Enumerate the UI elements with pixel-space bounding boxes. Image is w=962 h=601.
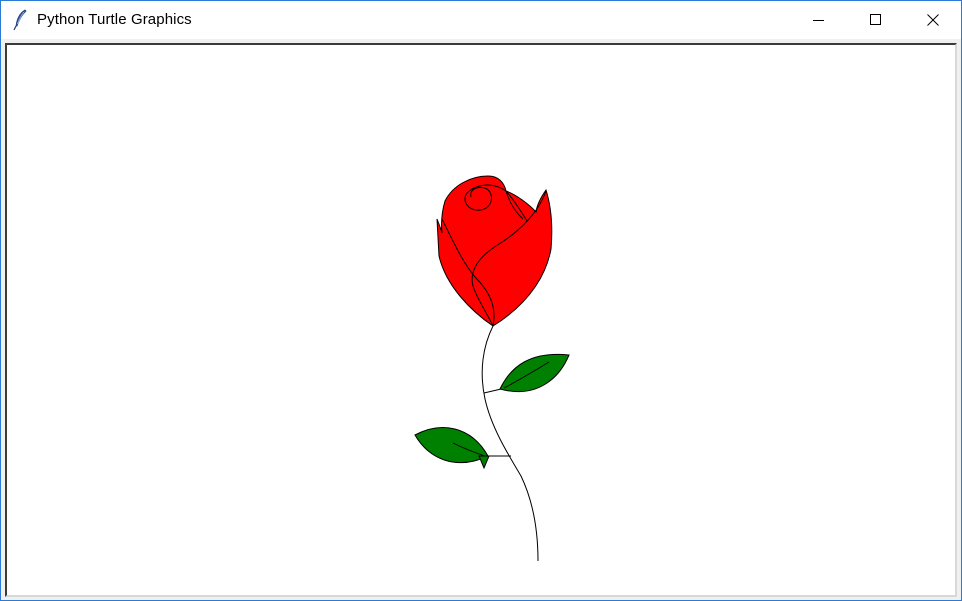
rose-bloom [436,175,553,327]
minimize-icon [813,11,825,30]
left-leaf [414,427,489,464]
right-leaf-branch [483,388,502,394]
app-window: Python Turtle Graphics [0,0,962,601]
turtle-canvas[interactable] [7,45,955,595]
feather-icon [11,9,31,31]
rose-drawing [414,175,570,562]
turtle-canvas-frame [5,43,957,597]
close-icon [927,11,939,30]
maximize-button[interactable] [853,1,899,39]
title-bar[interactable]: Python Turtle Graphics [1,1,961,39]
left-leaf-tip [478,455,490,470]
window-title: Python Turtle Graphics [37,11,192,28]
maximize-icon [870,11,882,30]
close-button[interactable] [910,1,956,39]
right-leaf [499,353,570,393]
minimize-button[interactable] [796,1,842,39]
